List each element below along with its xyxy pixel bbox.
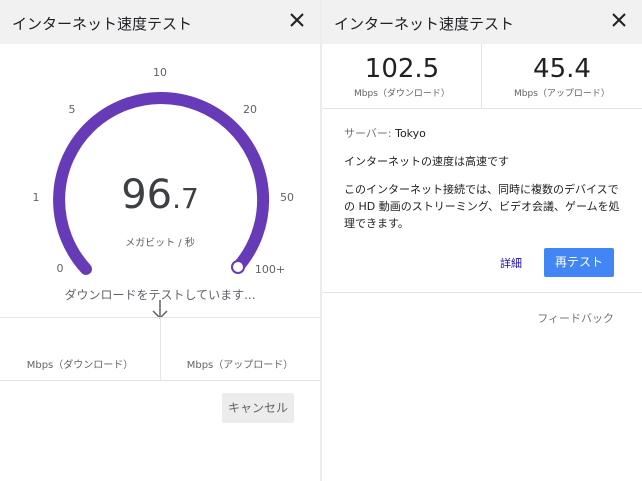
- gauge-tick-10: 10: [153, 66, 167, 79]
- feedback-link[interactable]: フィードバック: [537, 310, 614, 326]
- gauge-tick-100: 100+: [255, 263, 285, 276]
- close-icon[interactable]: [608, 9, 630, 31]
- close-icon[interactable]: [286, 9, 308, 31]
- upload-result: 45.4 Mbps（アップロード）: [482, 44, 642, 108]
- speed-description: このインターネット接続では、同時に複数のデバイスでの HD 動画のストリーミング…: [344, 183, 620, 230]
- gauge-needle-end: [231, 260, 245, 274]
- gauge-tick-5: 5: [69, 103, 76, 116]
- download-result: 102.5 Mbps（ダウンロード）: [322, 44, 482, 108]
- speed-unit: メガビット / 秒: [125, 238, 195, 249]
- divider: [322, 292, 642, 293]
- panel-header: インターネット速度テスト: [322, 0, 642, 44]
- server-label: サーバー:: [344, 127, 396, 140]
- speed-int: 96: [121, 172, 173, 218]
- cancel-button[interactable]: キャンセル: [222, 393, 294, 423]
- speed-dec: .7: [172, 182, 199, 215]
- retest-button[interactable]: 再テスト: [544, 248, 614, 277]
- gauge-tick-0: 0: [57, 262, 64, 275]
- divider: [0, 380, 320, 381]
- upload-value: 45.4: [533, 54, 591, 84]
- server-name: Tokyo: [395, 127, 426, 140]
- current-speed-value: 96.7: [0, 172, 320, 218]
- server-info: サーバー: Tokyo: [344, 125, 426, 141]
- download-unit: Mbps（ダウンロード）: [354, 89, 450, 99]
- upload-unit: Mbps（アップロード）: [514, 89, 610, 99]
- upload-label: Mbps（アップロード）: [186, 360, 294, 371]
- gauge-tick-20: 20: [243, 103, 257, 116]
- speed-message: インターネットの速度は高速です: [344, 155, 509, 168]
- panel-title: インターネット速度テスト: [334, 15, 515, 33]
- download-value: 102.5: [364, 54, 440, 84]
- panel-title: インターネット速度テスト: [12, 15, 193, 33]
- speedtest-result-panel: インターネット速度テスト 102.5 Mbps（ダウンロード） 45.4 Mbp…: [322, 0, 642, 481]
- divider: [322, 108, 642, 109]
- speedtest-running-panel: インターネット速度テスト 0 1 5 10 20 50 100+ 96.7 メガ…: [0, 0, 320, 481]
- panel-header: インターネット速度テスト: [0, 0, 320, 44]
- download-label: Mbps（ダウンロード）: [26, 360, 134, 371]
- details-link[interactable]: 詳細: [500, 255, 522, 271]
